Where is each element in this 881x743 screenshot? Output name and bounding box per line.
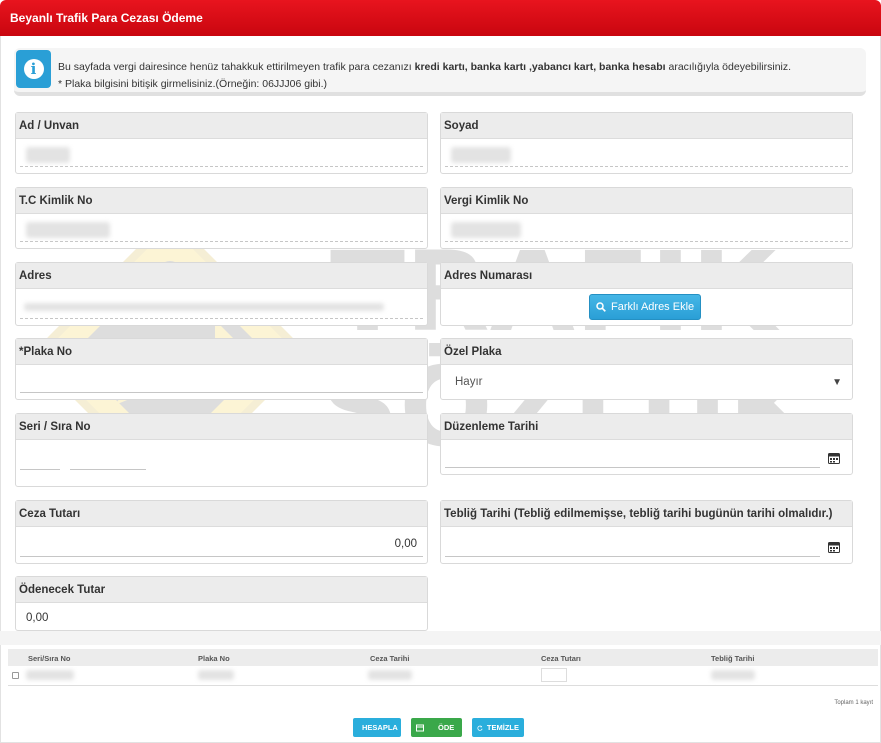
soyad-label: Soyad (441, 113, 852, 139)
column-header: Tebliğ Tarihi (711, 654, 755, 663)
info-box: i Bu sayfada vergi dairesince henüz taha… (14, 48, 866, 96)
search-icon (596, 302, 606, 312)
teblig-tarihi-field: Tebliğ Tarihi (Tebliğ edilmemişse, tebli… (440, 500, 853, 564)
plaka-label: *Plaka No (16, 339, 427, 365)
seri-sira-label: Seri / Sıra No (16, 414, 427, 440)
refresh-icon (477, 725, 483, 731)
duzenleme-tarihi-input[interactable] (445, 446, 820, 468)
adres-field: Adres (15, 262, 428, 326)
vergi-kimlik-label: Vergi Kimlik No (441, 188, 852, 214)
ad-unvan-input[interactable] (20, 145, 423, 167)
credit-card-icon (416, 724, 424, 731)
seri-sira-field: Seri / Sıra No (15, 413, 428, 487)
ceza-tutari-field: Ceza Tutarı 0,00 (15, 500, 428, 564)
teblig-tarihi-label: Tebliğ Tarihi (Tebliğ edilmemişse, tebli… (441, 501, 852, 527)
tc-kimlik-label: T.C Kimlik No (16, 188, 427, 214)
column-header: Seri/Sıra No (28, 654, 71, 663)
row-checkbox[interactable] (12, 672, 19, 679)
ceza-tutari-cell (541, 668, 567, 682)
vergi-kimlik-input[interactable] (445, 220, 848, 242)
plaka-field: *Plaka No (15, 338, 428, 400)
ozel-plaka-select[interactable]: Hayır ▼ (445, 369, 848, 393)
record-count: Toplam 1 kayıt (834, 700, 873, 706)
column-header: Plaka No (198, 654, 230, 663)
adres-numarasi-label: Adres Numarası (441, 263, 852, 289)
section-divider (0, 631, 881, 645)
soyad-field: Soyad (440, 112, 853, 174)
info-icon: i (16, 50, 51, 88)
duzenleme-tarihi-label: Düzenleme Tarihi (441, 414, 852, 440)
page-title: Beyanlı Trafik Para Cezası Ödeme (10, 11, 203, 25)
calendar-icon[interactable] (828, 541, 840, 553)
ozel-plaka-label: Özel Plaka (441, 339, 852, 365)
plaka-input[interactable] (20, 371, 423, 393)
ceza-tutari-input[interactable]: 0,00 (20, 535, 423, 557)
ceza-tutari-label: Ceza Tutarı (16, 501, 427, 527)
hesapla-button[interactable]: HESAPLA (353, 718, 401, 737)
page-header: Beyanlı Trafik Para Cezası Ödeme (0, 0, 881, 36)
odenecek-tutar-label: Ödenecek Tutar (16, 577, 427, 603)
soyad-input[interactable] (445, 145, 848, 167)
odenecek-tutar-value: 0,00 (26, 612, 49, 624)
odenecek-tutar-field: Ödenecek Tutar 0,00 (15, 576, 428, 631)
records-table: Seri/Sıra No Plaka No Ceza Tarihi Ceza T… (8, 649, 878, 686)
ad-unvan-label: Ad / Unvan (16, 113, 427, 139)
farkli-adres-ekle-button[interactable]: Farklı Adres Ekle (589, 294, 702, 320)
calendar-icon[interactable] (828, 452, 840, 464)
tc-kimlik-input[interactable] (20, 220, 423, 242)
tc-kimlik-field: T.C Kimlik No (15, 187, 428, 249)
table-header: Seri/Sıra No Plaka No Ceza Tarihi Ceza T… (8, 649, 878, 666)
adres-input[interactable] (20, 297, 423, 319)
adres-label: Adres (16, 263, 427, 289)
vergi-kimlik-field: Vergi Kimlik No (440, 187, 853, 249)
ozel-plaka-field: Özel Plaka Hayır ▼ (440, 338, 853, 400)
duzenleme-tarihi-field: Düzenleme Tarihi (440, 413, 853, 475)
adres-numarasi-field: Adres Numarası Farklı Adres Ekle (440, 262, 853, 326)
sira-input[interactable] (70, 454, 146, 470)
ode-button[interactable]: ÖDE (411, 718, 462, 737)
dropdown-arrow-icon: ▼ (832, 377, 842, 388)
temizle-button[interactable]: TEMİZLE (472, 718, 524, 737)
table-row[interactable] (8, 666, 878, 686)
column-header: Ceza Tutarı (541, 654, 581, 663)
info-text: Bu sayfada vergi dairesince henüz tahakk… (58, 61, 792, 90)
teblig-tarihi-input[interactable] (445, 535, 820, 557)
ad-unvan-field: Ad / Unvan (15, 112, 428, 174)
seri-input[interactable] (20, 454, 60, 470)
column-header: Ceza Tarihi (370, 654, 410, 663)
